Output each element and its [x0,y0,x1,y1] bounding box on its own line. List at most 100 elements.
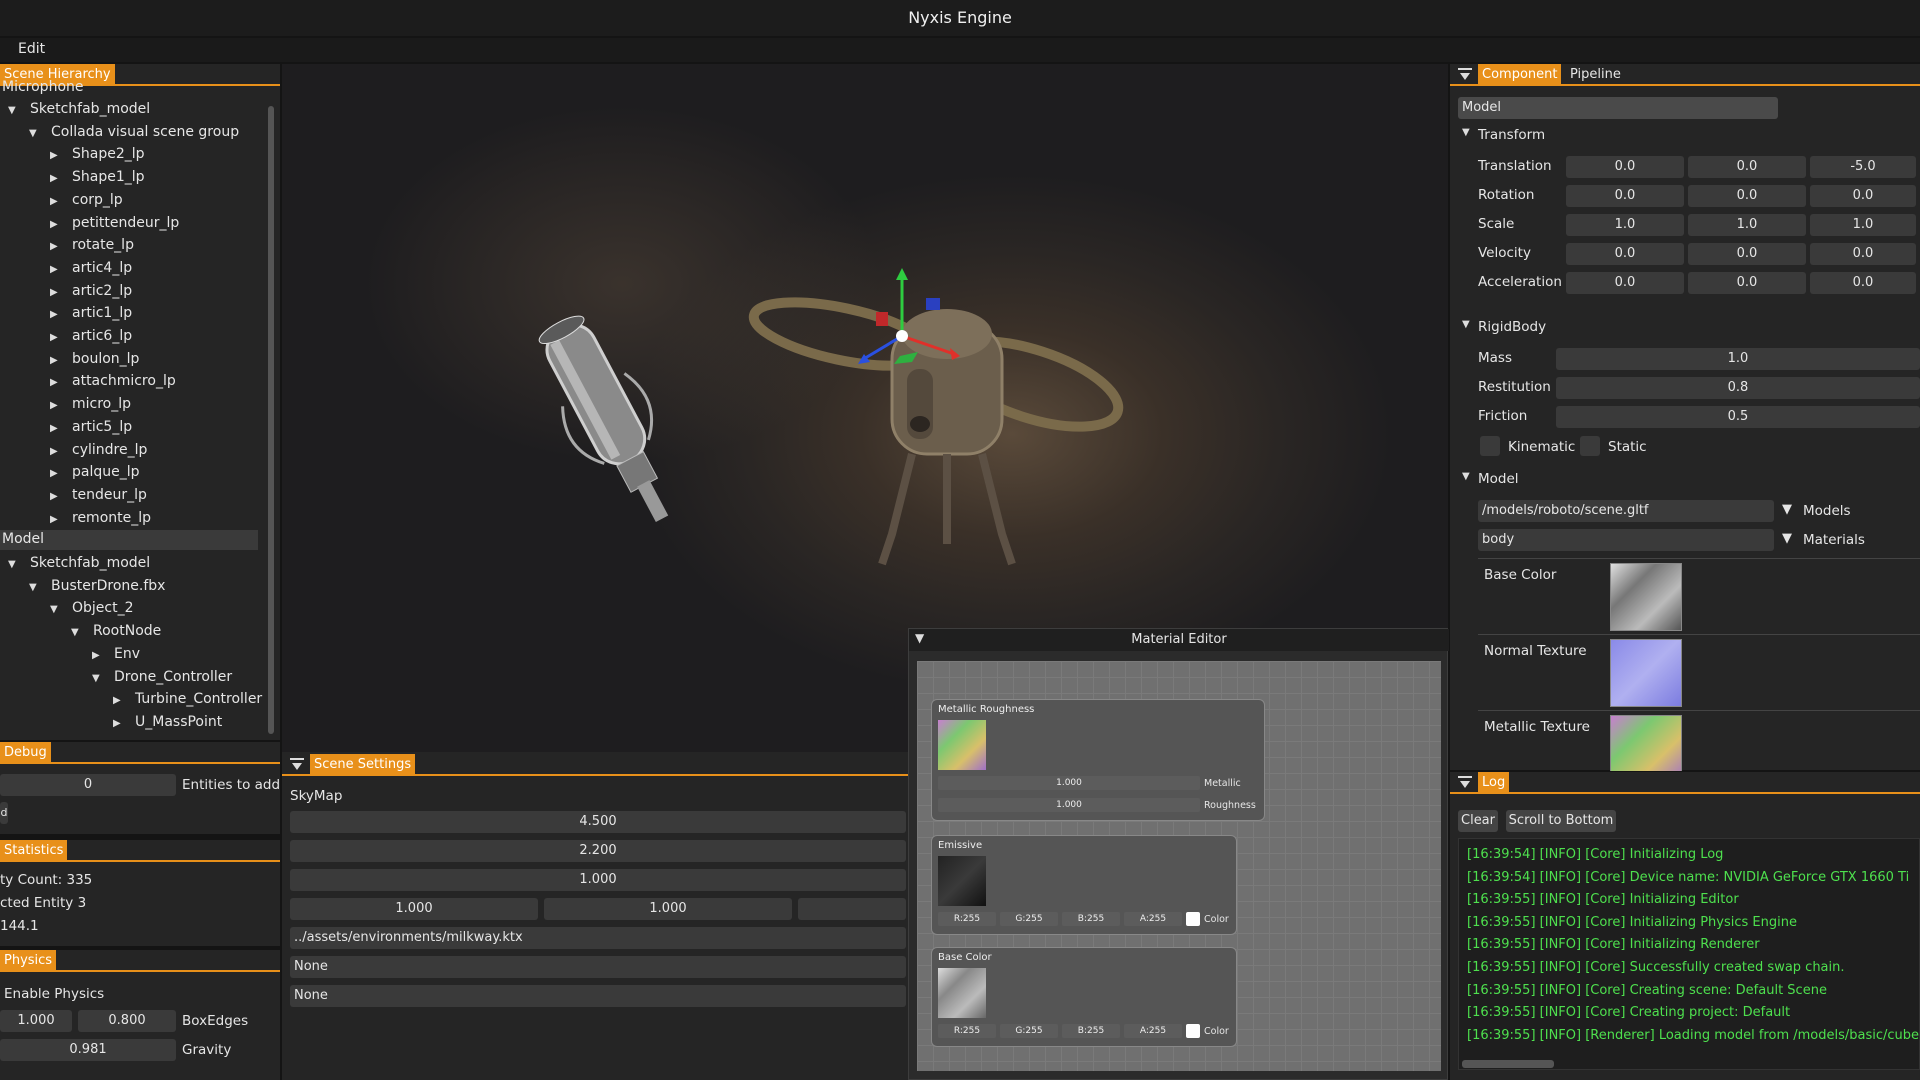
tab-scene-settings[interactable]: Scene Settings [310,754,416,776]
rigidbody-section[interactable]: ▼ RigidBody [1458,316,1920,338]
tree-item[interactable]: ▶ attachmicro_lp [50,370,176,392]
enable-physics-label[interactable]: Enable Physics [4,986,104,1002]
expanded-arrow-icon[interactable]: ▼ [50,599,64,621]
transform-value-y[interactable]: 1.0 [1688,214,1806,236]
materials-dropdown-icon[interactable]: ▼ [1782,531,1792,546]
tree-item[interactable]: ▶ U_MassPoint [113,711,222,733]
roughness-value[interactable]: 1.000 [938,798,1200,812]
skymap-value-3[interactable]: 1.000 [290,869,906,891]
microphone-model[interactable] [512,304,712,524]
tab-physics[interactable]: Physics [0,950,57,972]
tree-item[interactable]: ▼ Object_2 [50,597,134,619]
transform-value-y[interactable]: 0.0 [1688,272,1806,294]
collapsed-arrow-icon[interactable]: ▶ [50,418,64,440]
tree-item[interactable]: ▶ artic1_lp [50,302,132,324]
transform-value-x[interactable]: 1.0 [1566,214,1684,236]
model-component-section[interactable]: ▼ Model [1458,468,1920,490]
collapsed-arrow-icon[interactable]: ▶ [92,645,106,667]
scene-none-field-1[interactable]: None [290,956,906,978]
model-section-header[interactable]: Model [0,530,258,550]
box-edges-y-input[interactable]: 0.800 [78,1010,176,1032]
expanded-arrow-icon[interactable]: ▼ [8,554,22,576]
material-editor-titlebar[interactable]: ▼ Material Editor [909,629,1449,651]
base-color-g[interactable]: G:255 [1000,1024,1058,1038]
collapsed-arrow-icon[interactable]: ▶ [50,304,64,326]
tree-item[interactable]: ▶ tendeur_lp [50,484,147,506]
emissive-b[interactable]: B:255 [1062,912,1120,926]
tree-item[interactable]: ▶ cylindre_lp [50,439,147,461]
menu-edit[interactable]: Edit [18,41,45,57]
collapsed-arrow-icon[interactable]: ▶ [50,191,64,213]
base-color-texture-thumb[interactable] [1610,563,1682,631]
tree-item[interactable]: ▶ Shape2_lp [50,143,145,165]
node-graph-canvas[interactable]: Metallic Roughness 1.000 Metallic 1.000 … [917,661,1441,1071]
hierarchy-scrollbar[interactable] [268,106,274,734]
transform-value-x[interactable]: 0.0 [1566,272,1684,294]
skymap-path-input[interactable]: ../assets/environments/milkway.ktx [290,927,906,949]
collapsed-arrow-icon[interactable]: ▶ [50,168,64,190]
tree-item[interactable]: ▶ Turbine_Controller [113,688,262,710]
tree-item-clipped[interactable]: Microphone [2,80,84,94]
transform-value-x[interactable]: 0.0 [1566,185,1684,207]
tree-item[interactable]: ▶ remonte_lp [50,507,151,529]
emissive-r[interactable]: R:255 [938,912,996,926]
transform-gizmo[interactable] [842,264,962,384]
emissive-a[interactable]: A:255 [1124,912,1182,926]
tree-item[interactable]: ▼ Sketchfab_model [8,552,150,574]
skymap-vector-y[interactable]: 1.000 [544,898,792,920]
tab-statistics[interactable]: Statistics [0,840,68,862]
tree-item[interactable]: ▶ boulon_lp [50,348,139,370]
tab-log[interactable]: Log [1478,772,1510,794]
scene-none-field-2[interactable]: None [290,985,906,1007]
emissive-color-swatch[interactable] [1186,912,1200,926]
transform-section[interactable]: ▼ Transform [1458,124,1920,146]
transform-value-z[interactable]: 1.0 [1810,214,1916,236]
tree-item[interactable]: ▶ rotate_lp [50,234,134,256]
expanded-arrow-icon[interactable]: ▼ [29,123,43,145]
tree-item[interactable]: ▶ artic6_lp [50,325,132,347]
tree-item[interactable]: ▼ Sketchfab_model [8,98,150,120]
collapsed-arrow-icon[interactable]: ▶ [50,350,64,372]
gravity-input[interactable]: 0.981 [0,1039,176,1061]
tree-item[interactable]: ▶ artic2_lp [50,280,132,302]
normal-texture-thumb[interactable] [1610,639,1682,707]
transform-value-x[interactable]: 0.0 [1566,243,1684,265]
log-output[interactable]: [16:39:54] [INFO] [Core] Initializing Lo… [1458,838,1920,1070]
transform-value-y[interactable]: 0.0 [1688,185,1806,207]
base-color-swatch[interactable] [1186,1024,1200,1038]
collapsed-arrow-icon[interactable]: ▶ [50,327,64,349]
tree-item[interactable]: ▶ palque_lp [50,461,140,483]
models-dropdown-label[interactable]: Models [1803,503,1851,519]
rigidbody-value[interactable]: 0.8 [1556,377,1920,399]
expanded-arrow-icon[interactable]: ▼ [29,577,43,599]
collapsed-arrow-icon[interactable]: ▶ [50,236,64,258]
collapsed-arrow-icon[interactable]: ▶ [50,214,64,236]
collapsed-arrow-icon[interactable]: ▶ [50,259,64,281]
base-color-b[interactable]: B:255 [1062,1024,1120,1038]
collapsed-arrow-icon[interactable]: ▶ [50,395,64,417]
transform-value-z[interactable]: 0.0 [1810,272,1916,294]
skymap-vector-x[interactable]: 1.000 [290,898,538,920]
base-color-a[interactable]: A:255 [1124,1024,1182,1038]
transform-value-z[interactable]: 0.0 [1810,185,1916,207]
material-input[interactable]: body [1478,529,1774,551]
emissive-node[interactable]: Emissive R:255 G:255 B:255 A:255 Color [931,835,1237,935]
collapsed-arrow-icon[interactable]: ▶ [50,463,64,485]
material-editor-window[interactable]: ▼ Material Editor Metallic Roughness 1.0… [908,628,1449,1080]
collapse-icon[interactable] [290,758,304,772]
collapsed-arrow-icon[interactable]: ▶ [50,145,64,167]
static-checkbox[interactable] [1580,436,1600,456]
tree-item[interactable]: ▶ corp_lp [50,189,123,211]
tree-item[interactable]: ▶ Env [92,643,140,665]
collapsed-arrow-icon[interactable]: ▶ [50,509,64,531]
rigidbody-value[interactable]: 0.5 [1556,406,1920,428]
transform-value-y[interactable]: 0.0 [1688,243,1806,265]
metallic-texture-thumb[interactable] [1610,715,1682,771]
model-path-input[interactable]: /models/roboto/scene.gltf [1478,500,1774,522]
transform-value-z[interactable]: -5.0 [1810,156,1916,178]
base-color-node[interactable]: Base Color R:255 G:255 B:255 A:255 Color [931,947,1237,1047]
rigidbody-value[interactable]: 1.0 [1556,348,1920,370]
entity-name-field[interactable]: Model [1458,97,1778,119]
skymap-value-2[interactable]: 2.200 [290,840,906,862]
transform-value-y[interactable]: 0.0 [1688,156,1806,178]
